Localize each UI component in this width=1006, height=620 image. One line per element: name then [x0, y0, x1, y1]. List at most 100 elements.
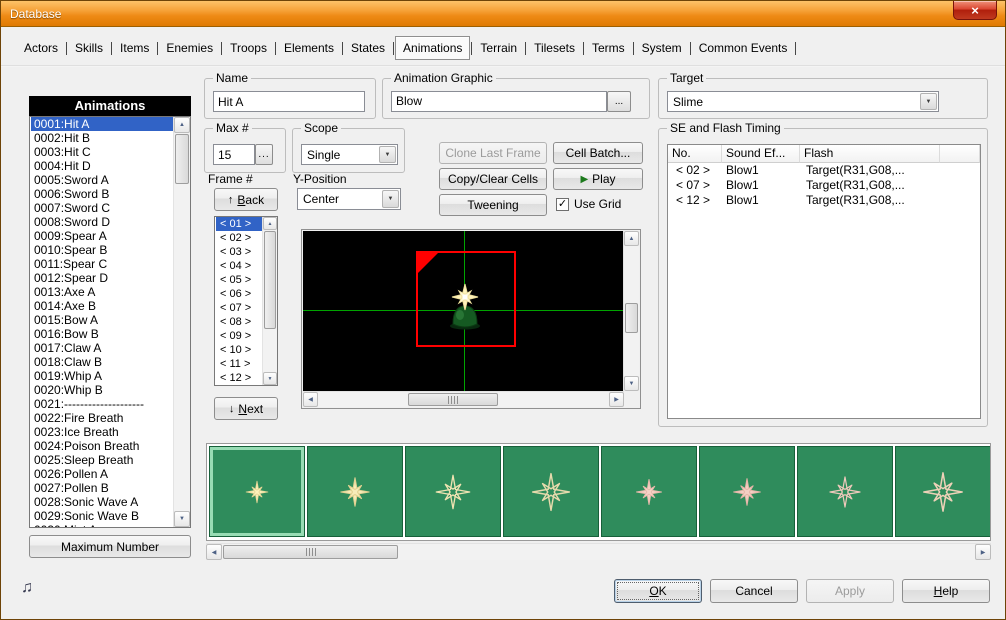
scrollbar-thumb[interactable]	[408, 393, 498, 406]
animation-list-item[interactable]: 0016:Bow B	[31, 327, 173, 341]
cell-strip-scrollbar[interactable]: ◀ ▶	[206, 543, 991, 560]
animation-list-item[interactable]: 0006:Sword B	[31, 187, 173, 201]
animation-list-item[interactable]: 0004:Hit D	[31, 159, 173, 173]
cell-frame-2[interactable]	[307, 446, 403, 537]
frame-item[interactable]: < 04 >	[216, 259, 262, 273]
ok-button[interactable]: OK	[614, 579, 702, 603]
frame-item[interactable]: < 10 >	[216, 343, 262, 357]
frame-item[interactable]: < 06 >	[216, 287, 262, 301]
animation-list-item[interactable]: 0015:Bow A	[31, 313, 173, 327]
animation-list-item[interactable]: 0027:Pollen B	[31, 481, 173, 495]
animation-list-item[interactable]: 0012:Spear D	[31, 271, 173, 285]
scroll-down-arrow[interactable]: ▼	[263, 372, 277, 385]
help-button[interactable]: Help	[902, 579, 990, 603]
animation-list-item[interactable]: 0023:Ice Breath	[31, 425, 173, 439]
frame-next-button[interactable]: ↓ Next	[214, 397, 278, 420]
animation-list-item[interactable]: 0026:Pollen A	[31, 467, 173, 481]
animation-list-item[interactable]: 0017:Claw A	[31, 341, 173, 355]
cell-frame-6[interactable]	[699, 446, 795, 537]
max-frames-input[interactable]	[213, 144, 255, 165]
animation-list-scrollbar[interactable]: ▲ ▼	[173, 117, 190, 527]
frame-item[interactable]: < 05 >	[216, 273, 262, 287]
tab-terms[interactable]: Terms	[585, 37, 632, 59]
scrollbar-thumb[interactable]	[625, 303, 638, 333]
animation-preview-canvas[interactable]	[303, 231, 624, 391]
scroll-up-arrow[interactable]: ▲	[624, 231, 639, 246]
animation-list-item[interactable]: 0003:Hit C	[31, 145, 173, 159]
scroll-up-arrow[interactable]: ▲	[263, 217, 277, 230]
animation-list-item[interactable]: 0029:Sonic Wave B	[31, 509, 173, 523]
animation-list-item[interactable]: 0022:Fire Breath	[31, 411, 173, 425]
play-button[interactable]: ▶ Play	[553, 168, 643, 190]
tab-enemies[interactable]: Enemies	[159, 37, 220, 59]
column-header-flash[interactable]: Flash	[800, 145, 940, 163]
graphic-browse-button[interactable]: ...	[607, 91, 631, 112]
preview-vertical-scrollbar[interactable]: ▲ ▼	[623, 231, 639, 391]
frame-item[interactable]: < 08 >	[216, 315, 262, 329]
cell-frame-3[interactable]	[405, 446, 501, 537]
animation-list-item[interactable]: 0030:Mist A	[31, 523, 173, 527]
tab-tilesets[interactable]: Tilesets	[527, 37, 582, 59]
timing-row[interactable]: < 02 > Blow1 Target(R31,G08,...	[668, 163, 980, 178]
cell-frame-5[interactable]	[601, 446, 697, 537]
animation-list-item[interactable]: 0019:Whip A	[31, 369, 173, 383]
frame-item[interactable]: < 03 >	[216, 245, 262, 259]
preview-horizontal-scrollbar[interactable]: ◀ ▶	[303, 391, 624, 407]
use-grid-checkbox[interactable]: ✓	[556, 198, 569, 211]
tab-terrain[interactable]: Terrain	[473, 37, 524, 59]
cell-frame-4[interactable]	[503, 446, 599, 537]
tab-items[interactable]: Items	[113, 37, 156, 59]
tab-skills[interactable]: Skills	[68, 37, 110, 59]
frame-item[interactable]: < 07 >	[216, 301, 262, 315]
frame-item[interactable]: < 11 >	[216, 357, 262, 371]
clone-last-frame-button[interactable]: Clone Last Frame	[439, 142, 547, 164]
scope-dropdown[interactable]: Single ▼	[301, 144, 398, 165]
animation-list-item[interactable]: 0028:Sonic Wave A	[31, 495, 173, 509]
column-header-sound-effect[interactable]: Sound Ef...	[722, 145, 800, 163]
frame-item[interactable]: < 01 >	[216, 217, 262, 231]
maximum-number-button[interactable]: Maximum Number	[29, 535, 191, 558]
animation-list-item[interactable]: 0024:Poison Breath	[31, 439, 173, 453]
timing-row[interactable]: < 12 > Blow1 Target(R31,G08,...	[668, 193, 980, 208]
apply-button[interactable]: Apply	[806, 579, 894, 603]
scroll-right-arrow[interactable]: ▶	[975, 544, 991, 560]
max-frames-spin-button[interactable]: ...	[255, 144, 273, 165]
animation-list-item[interactable]: 0005:Sword A	[31, 173, 173, 187]
scroll-right-arrow[interactable]: ▶	[609, 392, 624, 407]
copy-clear-cells-button[interactable]: Copy/Clear Cells	[439, 168, 547, 190]
tab-actors[interactable]: Actors	[17, 37, 65, 59]
scroll-left-arrow[interactable]: ◀	[303, 392, 318, 407]
tab-system[interactable]: System	[635, 37, 689, 59]
frame-list-scrollbar[interactable]: ▲ ▼	[262, 217, 277, 385]
scrollbar-thumb[interactable]	[223, 545, 398, 559]
animation-list-item[interactable]: 0013:Axe A	[31, 285, 173, 299]
animation-list-item[interactable]: 0009:Spear A	[31, 229, 173, 243]
tab-common-events[interactable]: Common Events	[692, 37, 795, 59]
chevron-down-icon[interactable]: ▼	[379, 146, 396, 163]
cell-frame-7[interactable]	[797, 446, 893, 537]
title-bar[interactable]: Database	[1, 1, 1005, 27]
tab-animations[interactable]: Animations	[395, 36, 470, 60]
tab-troops[interactable]: Troops	[223, 37, 274, 59]
scroll-left-arrow[interactable]: ◀	[206, 544, 222, 560]
timing-row[interactable]: < 07 > Blow1 Target(R31,G08,...	[668, 178, 980, 193]
chevron-down-icon[interactable]: ▼	[382, 190, 399, 208]
animation-list-item[interactable]: 0020:Whip B	[31, 383, 173, 397]
animation-list-item[interactable]: 0001:Hit A	[31, 117, 173, 131]
y-position-dropdown[interactable]: Center ▼	[297, 188, 401, 210]
target-dropdown[interactable]: Slime ▼	[667, 91, 939, 112]
animation-list-item[interactable]: 0002:Hit B	[31, 131, 173, 145]
scroll-down-arrow[interactable]: ▼	[624, 376, 639, 391]
cell-frame-1[interactable]	[209, 446, 305, 537]
cell-frame-8[interactable]	[895, 446, 991, 537]
frame-item[interactable]: < 09 >	[216, 329, 262, 343]
chevron-down-icon[interactable]: ▼	[920, 93, 937, 110]
frame-back-button[interactable]: ↑ Back	[214, 188, 278, 211]
scrollbar-thumb[interactable]	[175, 134, 189, 184]
scroll-down-arrow[interactable]: ▼	[174, 511, 190, 527]
cell-batch-button[interactable]: Cell Batch...	[553, 142, 643, 164]
tab-states[interactable]: States	[344, 37, 392, 59]
animation-list-item[interactable]: 0010:Spear B	[31, 243, 173, 257]
animation-list-item[interactable]: 0014:Axe B	[31, 299, 173, 313]
name-input[interactable]	[213, 91, 365, 112]
